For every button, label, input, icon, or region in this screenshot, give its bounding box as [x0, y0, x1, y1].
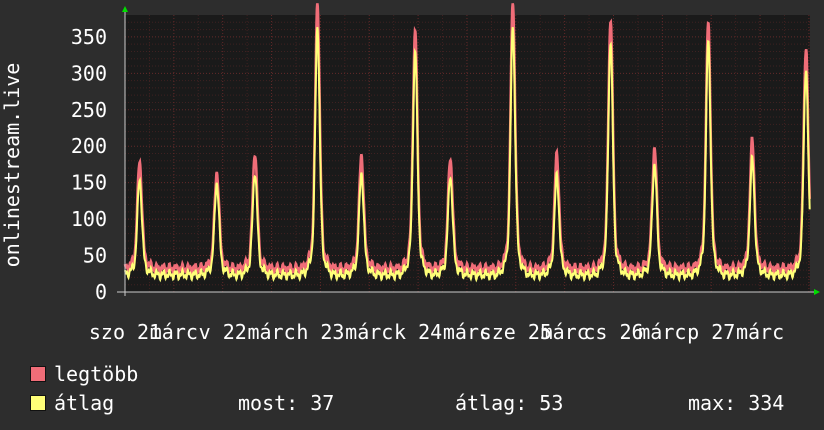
x-tick-label: márc [345, 320, 393, 344]
x-tick-label: márc [247, 320, 295, 344]
y-tick-label: 100 [71, 207, 107, 231]
y-tick-label: 150 [71, 171, 107, 195]
x-axis-arrow [814, 289, 820, 295]
x-tick-label: h 23 [296, 320, 344, 344]
x-tick-label: márc [638, 320, 686, 344]
y-tick-label: 300 [71, 61, 107, 85]
x-tick-labels: szo 21márc v 22 márc h 23 márc k 24 márcsze 25… [89, 320, 784, 344]
x-tick-label: cs 26 [583, 320, 643, 344]
y-tick-label: 50 [83, 244, 107, 268]
x-tick-label: márc [736, 320, 784, 344]
stat-average: átlag: 53 [455, 391, 564, 415]
y-tick-label: 0 [95, 280, 107, 304]
legend-swatch-max [30, 365, 46, 382]
x-tick-label: p 27 [687, 320, 735, 344]
legend-item-avg: átlag [30, 391, 114, 415]
y-tick-label: 250 [71, 98, 107, 122]
y-tick-labels: 0 50 100 150 200 250 300 350 [71, 25, 107, 304]
x-tick-label: márc [541, 320, 589, 344]
legend-label-avg: átlag [54, 391, 115, 415]
legend-label-max: legtöbb [54, 362, 139, 386]
x-tick-label: márc [150, 320, 198, 344]
x-tick-label: k 24 [394, 320, 442, 344]
stat-maximum: max: 334 [688, 391, 785, 415]
y-tick-label: 350 [71, 25, 107, 49]
stat-current: most: 37 [238, 391, 335, 415]
y-tick-label: 200 [71, 134, 107, 158]
legend-swatch-avg [30, 394, 46, 411]
legend-item-max: legtöbb [30, 362, 138, 386]
y-axis-label: onlinestream.live [0, 63, 24, 268]
y-axis-arrow [122, 6, 128, 12]
x-tick-label: v 22 [199, 320, 247, 344]
